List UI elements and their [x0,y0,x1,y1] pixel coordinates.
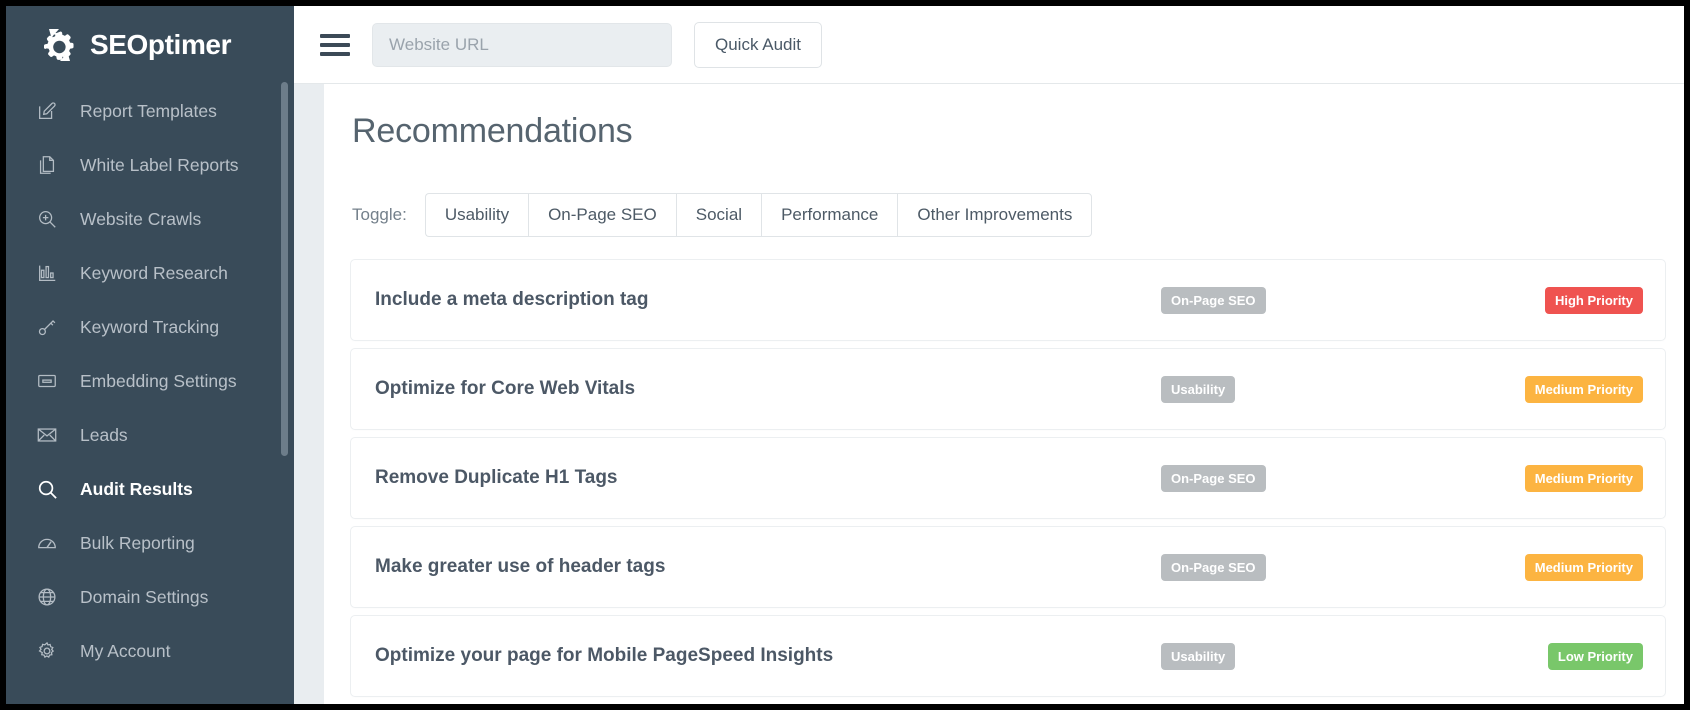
gauge-icon [34,530,60,556]
brand-name: SEOptimer [90,29,231,61]
sidebar-item-label: Domain Settings [80,587,208,608]
globe-icon [34,584,60,610]
toggle-other-improvements[interactable]: Other Improvements [897,193,1092,237]
toggle-on-page-seo[interactable]: On-Page SEO [528,193,676,237]
priority-badge: Medium Priority [1525,376,1643,403]
category-slot: On-Page SEO [1143,465,1473,492]
sidebar-item-domain-settings[interactable]: Domain Settings [6,570,294,624]
sidebar-item-leads[interactable]: Leads [6,408,294,462]
sidebar-item-label: Keyword Research [80,263,228,284]
gear-arrows-icon [40,25,80,65]
app-window: SEOptimer Report Templates White Label R… [6,6,1684,704]
page-title: Recommendations [324,112,1684,151]
category-badge: On-Page SEO [1161,287,1266,314]
priority-badge: Low Priority [1548,643,1643,670]
sidebar-item-label: My Account [80,641,170,662]
copy-documents-icon [34,152,60,178]
sidebar-item-label: Report Templates [80,101,217,122]
sidebar-scrollbar-thumb[interactable] [281,82,288,456]
priority-slot: Medium Priority [1473,465,1643,492]
recommendation-row[interactable]: Remove Duplicate H1 Tags On-Page SEO Med… [350,437,1666,519]
category-badge: Usability [1161,376,1235,403]
category-badge: Usability [1161,643,1235,670]
hamburger-bar [320,52,350,56]
search-icon [34,476,60,502]
brand-logo[interactable]: SEOptimer [6,6,294,84]
category-slot: Usability [1143,376,1473,403]
sidebar-item-label: Embedding Settings [80,371,237,392]
toggle-row: Toggle: Usability On-Page SEO Social Per… [324,193,1684,237]
sidebar-item-embedding-settings[interactable]: Embedding Settings [6,354,294,408]
priority-badge: Medium Priority [1525,465,1643,492]
recommendation-row[interactable]: Make greater use of header tags On-Page … [350,526,1666,608]
recommendation-row[interactable]: Optimize for Core Web Vitals Usability M… [350,348,1666,430]
magnifier-plus-icon [34,206,60,232]
website-url-input[interactable] [372,23,672,67]
category-slot: On-Page SEO [1143,287,1473,314]
main-area: Quick Audit Recommendations Toggle: Usab… [294,6,1684,704]
priority-slot: Medium Priority [1473,554,1643,581]
category-slot: On-Page SEO [1143,554,1473,581]
sidebar: SEOptimer Report Templates White Label R… [6,6,294,704]
envelope-icon [34,422,60,448]
priority-slot: Low Priority [1473,643,1643,670]
recommendation-list: Include a meta description tag On-Page S… [324,259,1684,697]
toggle-label: Toggle: [352,205,407,225]
recommendation-row[interactable]: Optimize your page for Mobile PageSpeed … [350,615,1666,697]
recommendation-title: Optimize for Core Web Vitals [375,378,1143,400]
sidebar-item-keyword-tracking[interactable]: Keyword Tracking [6,300,294,354]
sidebar-item-keyword-research[interactable]: Keyword Research [6,246,294,300]
category-badge: On-Page SEO [1161,465,1266,492]
sidebar-item-label: Bulk Reporting [80,533,195,554]
recommendations-panel: Recommendations Toggle: Usability On-Pag… [324,84,1684,704]
content-wrapper: Recommendations Toggle: Usability On-Pag… [294,84,1684,704]
hamburger-icon[interactable] [320,32,350,58]
priority-slot: Medium Priority [1473,376,1643,403]
sidebar-item-my-account[interactable]: My Account [6,624,294,678]
toggle-social[interactable]: Social [676,193,761,237]
sidebar-item-label: Website Crawls [80,209,201,230]
sidebar-item-label: Audit Results [80,479,193,500]
priority-badge: High Priority [1545,287,1643,314]
sidebar-item-white-label-reports[interactable]: White Label Reports [6,138,294,192]
top-bar: Quick Audit [294,6,1684,84]
toggle-performance[interactable]: Performance [761,193,897,237]
key-icon [34,314,60,340]
sidebar-item-bulk-reporting[interactable]: Bulk Reporting [6,516,294,570]
recommendation-title: Make greater use of header tags [375,556,1143,578]
sidebar-item-report-templates[interactable]: Report Templates [6,84,294,138]
recommendation-title: Optimize your page for Mobile PageSpeed … [375,645,1143,667]
recommendation-title: Remove Duplicate H1 Tags [375,467,1143,489]
sidebar-item-label: Keyword Tracking [80,317,219,338]
content-gutter [294,84,324,704]
sidebar-item-label: Leads [80,425,128,446]
pencil-square-icon [34,98,60,124]
embed-box-icon [34,368,60,394]
category-badge: On-Page SEO [1161,554,1266,581]
sidebar-item-website-crawls[interactable]: Website Crawls [6,192,294,246]
gear-icon [34,638,60,664]
priority-slot: High Priority [1473,287,1643,314]
hamburger-bar [320,43,350,47]
priority-badge: Medium Priority [1525,554,1643,581]
toggle-button-group: Usability On-Page SEO Social Performance… [425,193,1093,237]
toggle-usability[interactable]: Usability [425,193,528,237]
quick-audit-button[interactable]: Quick Audit [694,22,822,68]
sidebar-item-label: White Label Reports [80,155,239,176]
bar-chart-icon [34,260,60,286]
hamburger-bar [320,34,350,38]
category-slot: Usability [1143,643,1473,670]
recommendation-row[interactable]: Include a meta description tag On-Page S… [350,259,1666,341]
recommendation-title: Include a meta description tag [375,289,1143,311]
sidebar-item-audit-results[interactable]: Audit Results [6,462,294,516]
